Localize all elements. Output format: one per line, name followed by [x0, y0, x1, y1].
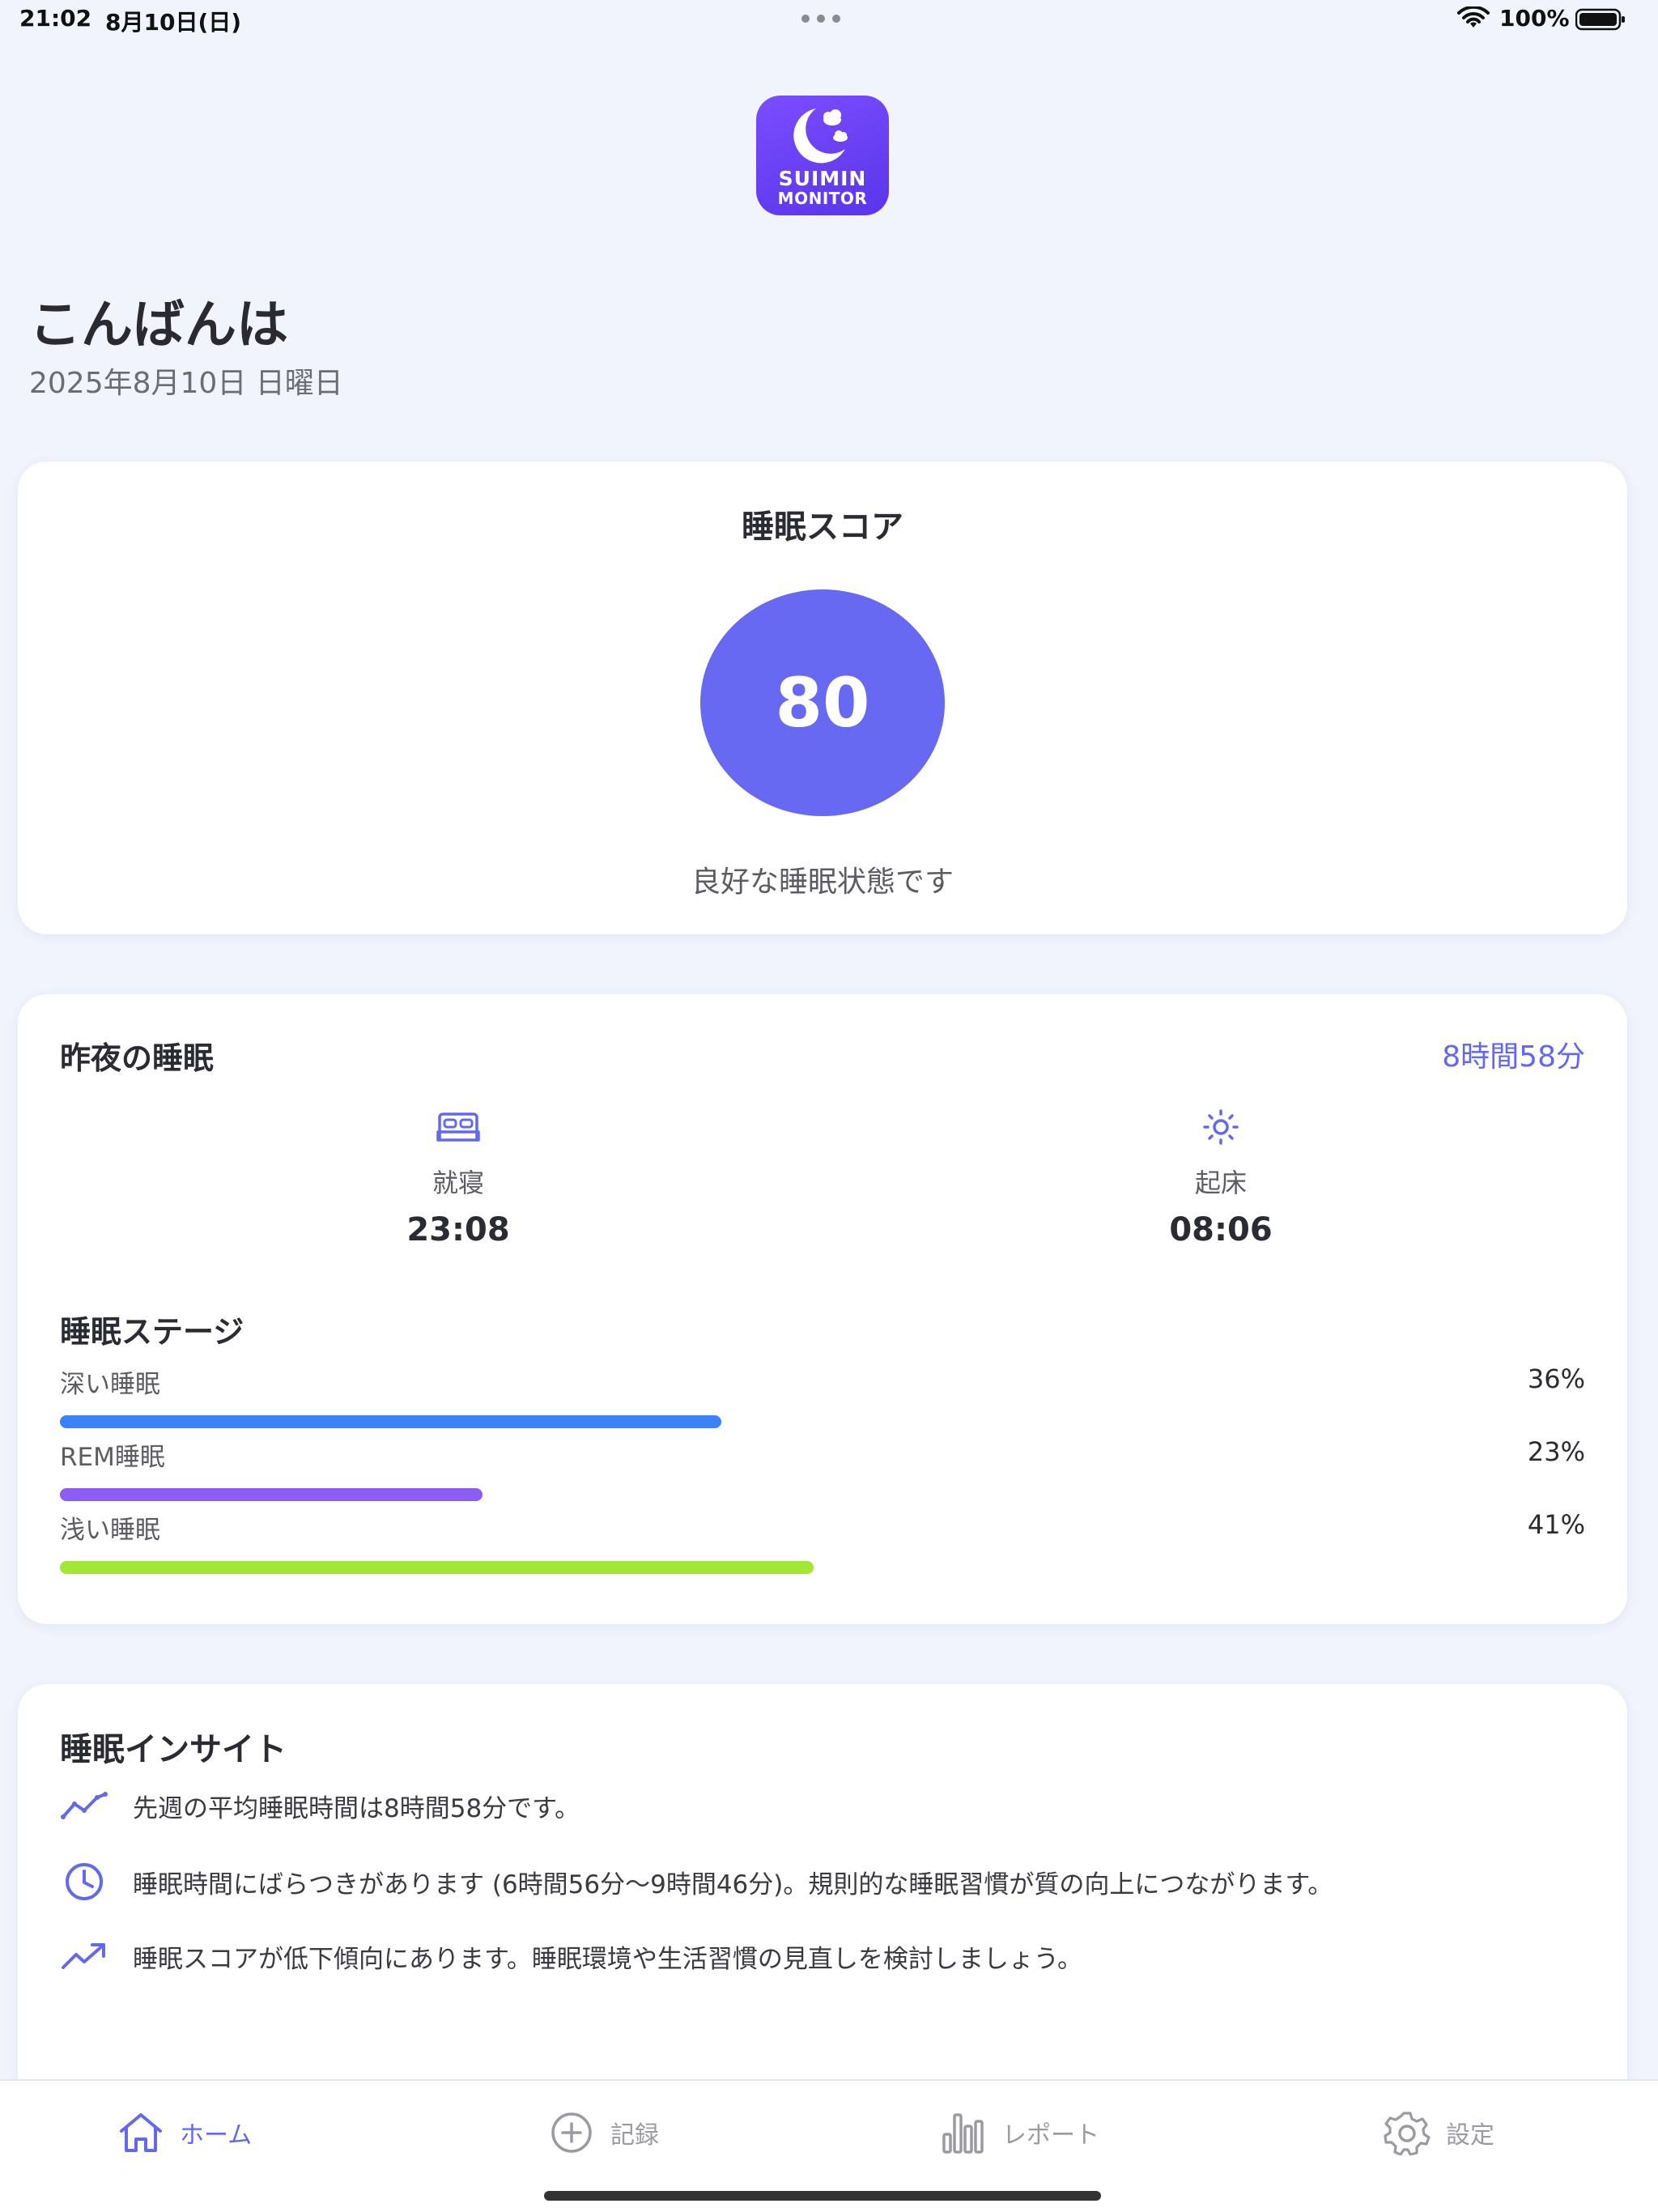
battery-percentage: 100% [1499, 5, 1570, 32]
status-bar: 21:02 8月10日(日) 100% [0, 0, 1658, 40]
bed-icon [436, 1112, 480, 1142]
greeting-date: 2025年8月10日 日曜日 [29, 367, 343, 400]
battery-icon [1575, 8, 1625, 31]
wifi-icon [1457, 6, 1490, 28]
sleep-score-circle: 80 [700, 589, 945, 816]
stage-rem-sleep: REM睡眠 23% [60, 1436, 1585, 1509]
sun-icon [1203, 1109, 1239, 1145]
last-night-title: 昨夜の睡眠 [60, 1040, 215, 1076]
insight-text: 睡眠スコアが低下傾向にあります。睡眠環境や生活習慣の見直しを検討しましょう。 [133, 1944, 1083, 1974]
wake-value: 08:06 [1169, 1211, 1273, 1249]
bedtime-block: 就寝 23:08 [337, 1108, 580, 1249]
stage-light-sleep: 浅い睡眠 41% [60, 1509, 1585, 1582]
sleep-score-value: 80 [775, 663, 870, 742]
sleep-score-status: 良好な睡眠状態です [691, 866, 954, 899]
stage-progress-bar [60, 1561, 814, 1574]
stage-name: 深い睡眠 [60, 1370, 160, 1399]
moon-cloud-icon [793, 108, 848, 164]
home-indicator[interactable] [544, 2191, 1101, 2201]
sleep-score-title: 睡眠スコア [742, 508, 903, 546]
sleep-stages-title: 睡眠ステージ [60, 1314, 244, 1350]
app-logo: SUIMIN MONITOR [756, 96, 889, 215]
last-night-sleep-card[interactable]: 昨夜の睡眠 8時間58分 就寝 23:08 起床 08:06 睡眠ステージ 深い… [18, 994, 1627, 1624]
tab-settings[interactable]: 設定 [1383, 2108, 1494, 2157]
stage-deep-sleep: 深い睡眠 36% [60, 1363, 1585, 1436]
logo-text-suimin: SUIMIN [778, 167, 867, 190]
app-screen: 21:02 8月10日(日) 100% SUIMIN MONITOR こんばんは… [0, 0, 1658, 2212]
insight-item: 睡眠スコアが低下傾向にあります。睡眠環境や生活習慣の見直しを検討しましょう。 [60, 1932, 1598, 1980]
stage-percentage: 23% [1527, 1436, 1585, 1467]
gear-icon [1384, 2112, 1431, 2155]
status-time: 21:02 [19, 5, 92, 32]
stage-name: REM睡眠 [60, 1443, 165, 1472]
greeting-title: こんばんは [29, 296, 288, 355]
home-icon [120, 2113, 162, 2152]
tab-home[interactable]: ホーム [117, 2108, 252, 2157]
insight-item: 睡眠時間にばらつきがあります (6時間56分～9時間46分)。規則的な睡眠習慣が… [60, 1857, 1598, 1906]
insight-title: 睡眠インサイト [60, 1731, 287, 1768]
stage-percentage: 36% [1527, 1363, 1585, 1394]
stage-name: 浅い睡眠 [60, 1516, 160, 1545]
tab-label: 記録 [610, 2121, 659, 2150]
sleep-score-card[interactable]: 睡眠スコア 80 良好な睡眠状態です [18, 462, 1627, 934]
tab-label: 設定 [1446, 2121, 1494, 2150]
bedtime-label: 就寝 [432, 1168, 484, 1198]
tab-report[interactable]: レポート [939, 2108, 1099, 2157]
logo-text-monitor: MONITOR [777, 189, 868, 208]
insight-item: 先週の平均睡眠時間は8時間58分です。 [60, 1781, 1598, 1830]
stage-progress-bar [60, 1488, 483, 1501]
insight-text: 先週の平均睡眠時間は8時間58分です。 [133, 1793, 580, 1823]
stage-progress-bar [60, 1415, 721, 1428]
stage-percentage: 41% [1527, 1509, 1585, 1540]
plus-circle-icon [551, 2112, 592, 2153]
trend-line-icon [61, 1792, 108, 1819]
sleep-total-duration: 8時間58分 [1442, 1040, 1585, 1074]
wake-block: 起床 08:06 [1099, 1108, 1342, 1249]
multitasking-dots-icon[interactable] [801, 15, 840, 23]
status-date: 8月10日(日) [105, 9, 242, 36]
clock-icon [66, 1863, 103, 1900]
insight-text: 睡眠時間にばらつきがあります (6時間56分～9時間46分)。規則的な睡眠習慣が… [133, 1870, 1333, 1899]
trend-up-icon [62, 1943, 105, 1969]
bar-chart-icon [942, 2113, 984, 2154]
wake-label: 起床 [1194, 1168, 1247, 1198]
tab-label: ホーム [180, 2121, 253, 2150]
bedtime-value: 23:08 [406, 1211, 510, 1249]
tab-label: レポート [1002, 2121, 1099, 2150]
tab-record[interactable]: 記録 [547, 2108, 659, 2157]
